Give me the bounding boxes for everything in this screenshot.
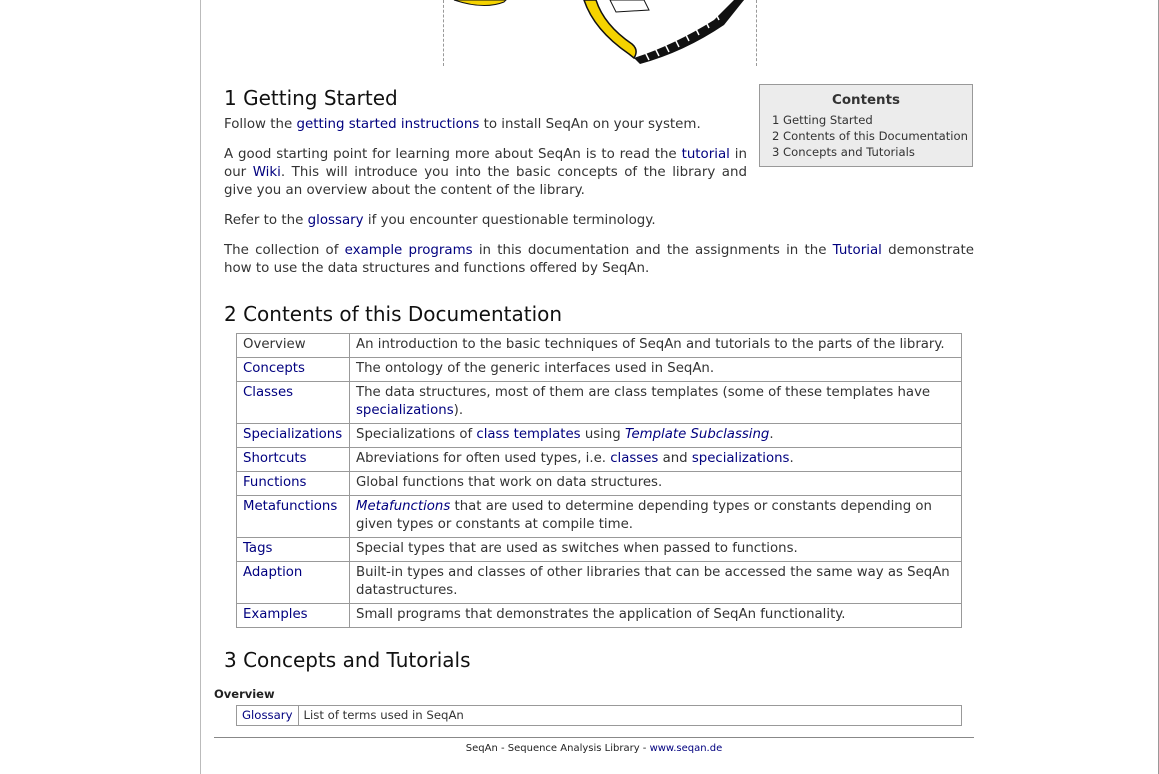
- glossary-link[interactable]: Glossary: [242, 708, 293, 722]
- table-row: Metafunctions Metafunctions that are use…: [236, 495, 962, 538]
- table-cell-desc: Metafunctions that are used to determine…: [349, 495, 962, 538]
- functions-link[interactable]: Functions: [243, 475, 307, 490]
- footer-text: SeqAn - Sequence Analysis Library -: [465, 743, 650, 754]
- paragraph: Follow the getting started instructions …: [224, 117, 701, 132]
- paragraph: Refer to the glossary if you encounter q…: [224, 213, 656, 228]
- table-cell-desc: The data structures, most of them are cl…: [349, 381, 962, 424]
- left-margin: [0, 0, 201, 774]
- table-row: Overview An introduction to the basic te…: [236, 333, 962, 358]
- specializations-link[interactable]: specializations: [356, 403, 454, 418]
- paragraph: The collection of example programs in th…: [224, 243, 974, 276]
- specializations-link[interactable]: Specializations: [243, 427, 342, 442]
- getting-started-link[interactable]: getting started instructions: [297, 117, 480, 132]
- template-subclassing-link[interactable]: Template Subclassing: [625, 427, 769, 442]
- adaption-link[interactable]: Adaption: [243, 565, 302, 580]
- contents-table: Overview An introduction to the basic te…: [236, 333, 962, 628]
- example-programs-link[interactable]: example programs: [345, 243, 473, 258]
- table-cell-desc: An introduction to the basic techniques …: [349, 333, 962, 358]
- tags-link[interactable]: Tags: [243, 541, 272, 556]
- table-cell-desc: The ontology of the generic interfaces u…: [349, 357, 962, 382]
- table-cell-name: Overview: [236, 333, 350, 358]
- table-cell-desc: List of terms used in SeqAn: [297, 705, 963, 726]
- glossary-table: Glossary List of terms used in SeqAn: [236, 705, 963, 726]
- table-row: Examples Small programs that demonstrate…: [236, 603, 962, 628]
- section-heading-concepts-tutorials: 3 Concepts and Tutorials: [224, 648, 471, 672]
- shortcuts-link[interactable]: Shortcuts: [243, 451, 307, 466]
- tutorial-link[interactable]: tutorial: [682, 147, 730, 162]
- table-row: Adaption Built-in types and classes of o…: [236, 561, 962, 604]
- table-row: Classes The data structures, most of the…: [236, 381, 962, 424]
- table-row: Functions Global functions that work on …: [236, 471, 962, 496]
- concepts-link[interactable]: Concepts: [243, 361, 305, 376]
- table-row: Shortcuts Abreviations for often used ty…: [236, 447, 962, 472]
- table-of-contents: Contents 1 Getting Started 2 Contents of…: [759, 84, 973, 167]
- footer: SeqAn - Sequence Analysis Library - www.…: [214, 743, 974, 754]
- metafunctions-link[interactable]: Metafunctions: [356, 499, 450, 514]
- table-row: Tags Special types that are used as swit…: [236, 537, 962, 562]
- table-cell-desc: Special types that are used as switches …: [349, 537, 962, 562]
- table-row: Specializations Specializations of class…: [236, 423, 962, 448]
- metafunctions-link[interactable]: Metafunctions: [243, 499, 337, 514]
- toc-item[interactable]: 1 Getting Started: [772, 112, 972, 128]
- documentation-page: Contents 1 Getting Started 2 Contents of…: [201, 0, 1158, 774]
- seqan-website-link[interactable]: www.seqan.de: [650, 743, 723, 754]
- table-cell-desc: Built-in types and classes of other libr…: [349, 561, 962, 604]
- toc-item[interactable]: 3 Concepts and Tutorials: [772, 144, 972, 160]
- dna-logo-icon: [453, 0, 744, 64]
- table-row: Glossary List of terms used in SeqAn: [236, 705, 963, 726]
- examples-link[interactable]: Examples: [243, 607, 308, 622]
- class-templates-link[interactable]: class templates: [476, 427, 580, 442]
- footer-divider: [214, 737, 974, 738]
- table-cell-desc: Small programs that demonstrates the app…: [349, 603, 962, 628]
- toc-title: Contents: [832, 93, 900, 108]
- classes-link[interactable]: classes: [610, 451, 658, 466]
- wiki-link[interactable]: Wiki: [253, 165, 281, 180]
- specializations-link[interactable]: specializations: [692, 451, 790, 466]
- tutorial-link[interactable]: Tutorial: [833, 243, 882, 258]
- overview-label: Overview: [214, 687, 275, 701]
- glossary-link[interactable]: glossary: [308, 213, 364, 228]
- table-cell-desc: Specializations of class templates using…: [349, 423, 962, 448]
- seqan-logo: [443, 0, 757, 66]
- table-row: Concepts The ontology of the generic int…: [236, 357, 962, 382]
- section-heading-contents: 2 Contents of this Documentation: [224, 302, 563, 326]
- classes-link[interactable]: Classes: [243, 385, 293, 400]
- table-cell-desc: Global functions that work on data struc…: [349, 471, 962, 496]
- paragraph: A good starting point for learning more …: [224, 147, 748, 198]
- table-cell-desc: Abreviations for often used types, i.e. …: [349, 447, 962, 472]
- section-heading-getting-started: 1 Getting Started: [224, 86, 398, 110]
- toc-item[interactable]: 2 Contents of this Documentation: [772, 128, 972, 144]
